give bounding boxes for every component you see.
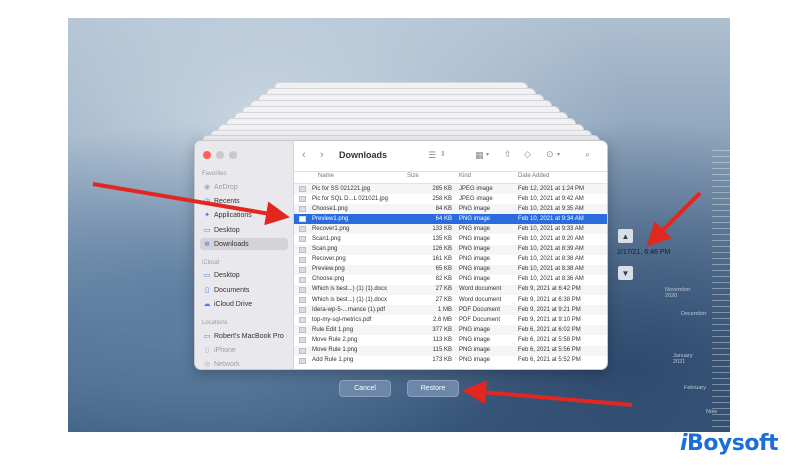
annotation-arrows — [92, 182, 702, 407]
annotation-arrow — [646, 191, 702, 247]
annotation-arrow — [92, 182, 290, 226]
annotation-arrow — [462, 380, 633, 407]
iboysoft-logo: iBoysoft — [680, 431, 779, 456]
